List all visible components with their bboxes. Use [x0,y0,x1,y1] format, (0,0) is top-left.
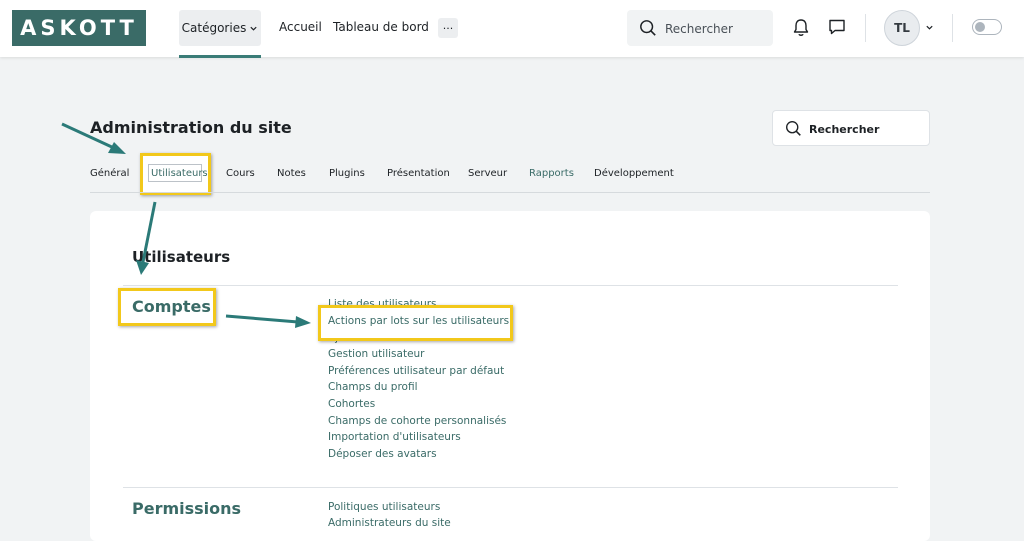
message-icon[interactable] [828,18,846,36]
section-divider [123,285,898,286]
link-user-policies[interactable]: Politiques utilisateurs [328,501,440,514]
tab-server[interactable]: Serveur [468,168,507,179]
tab-appearance[interactable]: Présentation [387,168,450,179]
tab-general[interactable]: Général [90,168,129,179]
bell-icon[interactable] [792,18,810,38]
nav-dashboard-link[interactable]: Tableau de bord [333,20,429,34]
tabs-divider [90,192,930,193]
page-title: Administration du site [90,118,292,137]
tab-development[interactable]: Développement [594,168,674,179]
chevron-down-icon[interactable] [925,23,934,32]
toggle-icon [975,21,985,32]
tab-reports[interactable]: Rapports [529,168,574,179]
nav-categories-label: Catégories [181,21,247,35]
category-divider [123,487,898,488]
link-upload-pictures[interactable]: Déposer des avatars [328,448,437,461]
link-user-management[interactable]: Gestion utilisateur [328,348,425,361]
chevron-down-icon [250,26,257,31]
search-icon [786,121,801,136]
link-site-administrators[interactable]: Administrateurs du site [328,517,451,530]
link-cohorts[interactable]: Cohortes [328,398,375,411]
nav-search-box[interactable] [627,10,773,46]
link-profile-fields[interactable]: Champs du profil [328,381,418,394]
nav-divider [865,14,866,42]
tab-grades[interactable]: Notes [277,168,306,179]
link-user-default-preferences[interactable]: Préférences utilisateur par défaut [328,365,504,378]
tab-users[interactable]: Utilisateurs [151,168,208,179]
user-avatar[interactable]: TL [884,10,920,46]
link-upload-users[interactable]: Importation d'utilisateurs [328,431,461,444]
nav-home-link[interactable]: Accueil [279,20,322,34]
nav-more-button[interactable]: ··· [438,18,458,38]
category-title-accounts[interactable]: Comptes [132,297,211,316]
link-cohort-custom-fields[interactable]: Champs de cohorte personnalisés [328,415,506,428]
search-icon [640,20,656,36]
site-logo[interactable]: ASKOTT [12,10,146,46]
tab-courses[interactable]: Cours [226,168,255,179]
page-search-input[interactable] [807,119,927,139]
page-search-box[interactable] [772,110,930,146]
nav-categories-dropdown[interactable]: Catégories [179,10,261,46]
nav-search-input[interactable] [663,18,771,40]
top-navbar: ASKOTT Catégories Accueil Tableau de bor… [0,0,1024,58]
nav-divider [952,14,953,42]
section-title: Utilisateurs [132,248,231,266]
edit-mode-toggle[interactable] [972,19,1002,35]
tab-plugins[interactable]: Plugins [329,168,365,179]
category-title-permissions[interactable]: Permissions [132,499,241,518]
nav-active-indicator [179,55,261,58]
link-bulk-user-actions[interactable]: Actions par lots sur les utilisateurs [328,315,509,328]
